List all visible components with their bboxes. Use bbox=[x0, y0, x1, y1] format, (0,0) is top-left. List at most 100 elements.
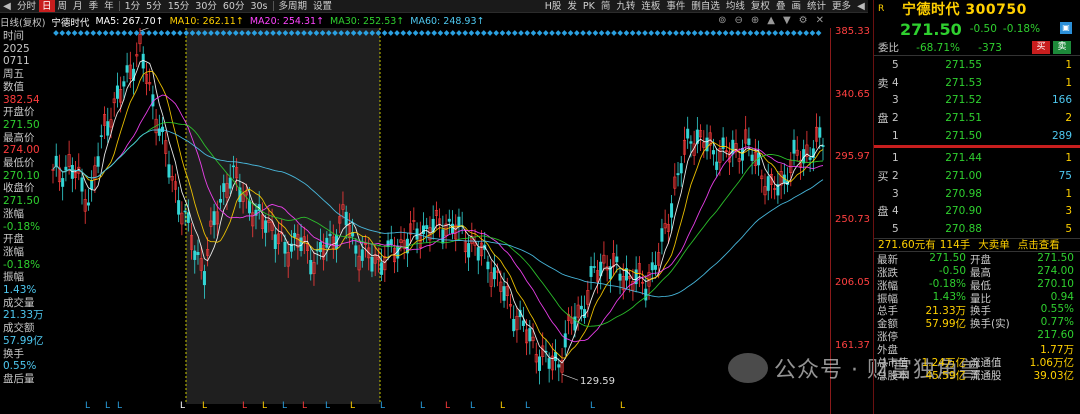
event-marker[interactable]: L bbox=[380, 401, 385, 411]
price-tick: 385.33 bbox=[835, 26, 870, 38]
sell-price[interactable]: 271.55 bbox=[912, 59, 982, 71]
event-diamond bbox=[59, 30, 66, 36]
period-tab[interactable]: 60分 bbox=[220, 0, 248, 12]
sell-price[interactable]: 271.51 bbox=[912, 112, 982, 124]
toolbar-tool[interactable]: 复权 bbox=[748, 0, 773, 12]
period-tab[interactable]: 1分 bbox=[122, 0, 144, 12]
toolbar-tool[interactable]: 事件 bbox=[663, 0, 688, 12]
sell-price[interactable]: 271.50 bbox=[912, 130, 982, 142]
event-marker[interactable]: L bbox=[590, 401, 595, 411]
period-tab[interactable]: 周 bbox=[55, 0, 71, 12]
period-tab[interactable]: 年 bbox=[101, 0, 117, 12]
quote-panel: R 宁德时代 300750 271.50 -0.50 -0.18% ▣ 委比 -… bbox=[873, 0, 1080, 414]
toolbar-back-icon[interactable]: ◀ bbox=[0, 1, 14, 12]
period-tab[interactable]: 月 bbox=[70, 0, 86, 12]
event-marker[interactable]: L bbox=[620, 401, 625, 411]
period-tab[interactable]: 5分 bbox=[143, 0, 165, 12]
toolbar-tool[interactable]: 均线 bbox=[723, 0, 748, 12]
period-tab[interactable]: 30分 bbox=[192, 0, 220, 12]
event-marker[interactable]: L bbox=[470, 401, 475, 411]
toolbar-tool[interactable]: 统计 bbox=[804, 0, 829, 12]
toolbar-scroll-icon[interactable]: ◀ bbox=[854, 1, 868, 12]
stats-row: 金额 57.99亿 换手(实) 0.77% bbox=[874, 316, 1080, 331]
period-tab[interactable]: 季 bbox=[86, 0, 102, 12]
event-marker[interactable]: L bbox=[525, 401, 530, 411]
close-icon[interactable]: ✕ bbox=[816, 15, 824, 26]
period-tab[interactable]: 多周期 bbox=[276, 0, 311, 12]
period-tab[interactable]: 日 bbox=[39, 0, 55, 12]
arrow-up-icon[interactable]: ▲ bbox=[767, 15, 775, 26]
candle-body bbox=[457, 216, 461, 228]
event-marker[interactable]: L bbox=[282, 401, 287, 411]
candle-body bbox=[325, 237, 329, 248]
event-diamond bbox=[536, 30, 543, 36]
quote-tool-icon[interactable]: ▣ bbox=[1060, 22, 1072, 34]
toolbar-tool[interactable]: 连板 bbox=[638, 0, 663, 12]
price-change-pct: -0.18% bbox=[1002, 23, 1041, 35]
plus-icon[interactable]: ⊕ bbox=[751, 15, 759, 26]
period-tab[interactable]: 分时 bbox=[14, 0, 39, 12]
kline-chart[interactable]: 371.87 129.59 bbox=[50, 28, 830, 404]
buy-price[interactable]: 270.88 bbox=[912, 223, 982, 235]
event-marker[interactable]: L bbox=[420, 401, 425, 411]
stats-rv: 0.94 bbox=[1050, 290, 1074, 303]
buy-button[interactable]: 买 bbox=[1032, 41, 1050, 54]
buy-price[interactable]: 271.00 bbox=[912, 170, 982, 182]
toolbar-tool[interactable]: 简 bbox=[598, 0, 614, 12]
sell-level: 3 bbox=[892, 94, 899, 107]
candle-body bbox=[389, 239, 393, 246]
ratio-row: 委比 -68.71% -373 买 卖 bbox=[874, 40, 1080, 56]
event-diamond bbox=[511, 30, 518, 36]
event-marker[interactable]: L bbox=[180, 401, 185, 411]
settings-icon[interactable]: ⚙ bbox=[799, 15, 808, 26]
sell-price[interactable]: 271.52 bbox=[912, 94, 982, 106]
candle-body bbox=[740, 147, 744, 161]
toolbar-tool[interactable]: PK bbox=[580, 0, 598, 12]
buy-price[interactable]: 271.44 bbox=[912, 152, 982, 164]
toolbar-tool[interactable]: 叠 bbox=[773, 0, 789, 12]
buy-level: 1 bbox=[892, 152, 899, 165]
sell-price[interactable]: 271.53 bbox=[912, 77, 982, 89]
event-marker[interactable]: L bbox=[445, 401, 450, 411]
open-value: 271.50 bbox=[3, 118, 40, 131]
toolbar-tool[interactable]: 更多 bbox=[829, 0, 854, 12]
period-tab[interactable]: 30s bbox=[247, 0, 270, 12]
event-marker[interactable]: L bbox=[350, 401, 355, 411]
event-diamond bbox=[617, 30, 624, 36]
event-marker[interactable]: L bbox=[202, 401, 207, 411]
big-trade-row[interactable]: 271.60元有 114手 大卖单 点击查看 bbox=[874, 237, 1080, 252]
stats-lv: 57.99亿 bbox=[925, 318, 966, 331]
event-marker[interactable]: L bbox=[117, 401, 122, 411]
toolbar-tool[interactable]: 画 bbox=[788, 0, 804, 12]
stock-name: 宁德时代 300750 bbox=[902, 2, 1027, 18]
event-marker[interactable]: L bbox=[325, 401, 330, 411]
period-tab[interactable]: 设置 bbox=[310, 0, 335, 12]
stats-l: 涨停 bbox=[877, 331, 898, 344]
lock-icon[interactable]: ⊚ bbox=[718, 15, 726, 26]
minus-icon[interactable]: ⊖ bbox=[734, 15, 742, 26]
big-trade-link[interactable]: 点击查看 bbox=[1018, 237, 1060, 252]
event-marker[interactable]: L bbox=[262, 401, 267, 411]
sell-button[interactable]: 卖 bbox=[1053, 41, 1071, 54]
event-marker[interactable]: L bbox=[105, 401, 110, 411]
event-marker[interactable]: L bbox=[302, 401, 307, 411]
toolbar-tool[interactable]: 发 bbox=[564, 0, 580, 12]
period-tab[interactable]: 15分 bbox=[165, 0, 193, 12]
buy-price[interactable]: 270.98 bbox=[912, 188, 982, 200]
toolbar-tool[interactable]: 九转 bbox=[613, 0, 638, 12]
buy-price[interactable]: 270.90 bbox=[912, 205, 982, 217]
event-marker[interactable]: L bbox=[85, 401, 90, 411]
event-diamond bbox=[642, 30, 648, 36]
event-diamond bbox=[53, 30, 59, 36]
candle-body bbox=[96, 156, 100, 167]
event-diamond bbox=[555, 30, 562, 36]
event-marker[interactable]: L bbox=[242, 401, 247, 411]
arrow-down-icon[interactable]: ▼ bbox=[783, 15, 791, 26]
candle-body bbox=[818, 127, 822, 138]
event-diamond bbox=[567, 30, 574, 36]
close-label: 收盘价 bbox=[3, 182, 35, 195]
buy-row: 买 2 271.00 75 bbox=[874, 167, 1080, 185]
toolbar-tool[interactable]: 删自选 bbox=[688, 0, 723, 12]
event-marker[interactable]: L bbox=[500, 401, 505, 411]
toolbar-tool[interactable]: H股 bbox=[542, 0, 565, 12]
